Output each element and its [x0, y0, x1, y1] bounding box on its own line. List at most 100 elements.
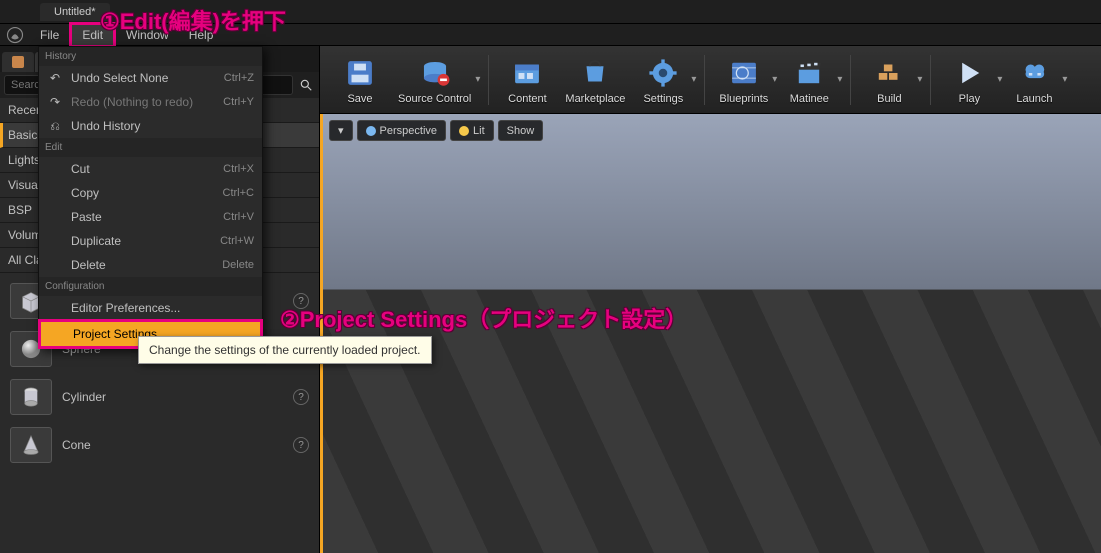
- blank-icon: [49, 326, 65, 342]
- duplicate-label: Duplicate: [71, 234, 212, 248]
- delete-item[interactable]: Delete Delete: [39, 253, 262, 277]
- paste-item[interactable]: Paste Ctrl+V: [39, 205, 262, 229]
- chevron-down-icon[interactable]: ▾: [691, 74, 696, 85]
- help-icon[interactable]: ?: [293, 437, 309, 453]
- blank-icon: [47, 209, 63, 225]
- undo-shortcut: Ctrl+Z: [224, 72, 254, 84]
- play-icon: [951, 55, 987, 91]
- annotation-2: ②Project Settings（プロジェクト設定）: [280, 302, 687, 334]
- tool-label: Save: [347, 93, 372, 105]
- cut-item[interactable]: Cut Ctrl+X: [39, 157, 262, 181]
- separator: [488, 55, 489, 105]
- perspective-icon: [366, 126, 376, 136]
- blank-icon: [47, 300, 63, 316]
- viewport-toolbar: ▾ Perspective Lit Show: [329, 120, 543, 141]
- lit-button[interactable]: Lit: [450, 120, 494, 141]
- placement-icon: [12, 56, 24, 68]
- chevron-down-icon[interactable]: ▾: [997, 74, 1002, 85]
- build-button[interactable]: Build: [859, 51, 919, 109]
- cone-icon: [10, 427, 52, 463]
- tool-label: Matinee: [790, 93, 829, 105]
- gear-icon: [645, 55, 681, 91]
- shape-label: Cone: [62, 438, 283, 452]
- cut-shortcut: Ctrl+X: [223, 163, 254, 175]
- delete-shortcut: Delete: [222, 259, 254, 271]
- list-item[interactable]: Cylinder ?: [0, 373, 319, 421]
- save-button[interactable]: Save: [330, 51, 390, 109]
- build-icon: [871, 55, 907, 91]
- redo-shortcut: Ctrl+Y: [223, 96, 254, 108]
- tool-label: Build: [877, 93, 901, 105]
- chevron-down-icon[interactable]: ▾: [917, 74, 922, 85]
- lit-icon: [459, 126, 469, 136]
- content-icon: [509, 55, 545, 91]
- undo-history-label: Undo History: [71, 119, 254, 133]
- redo-item[interactable]: ↷ Redo (Nothing to redo) Ctrl+Y: [39, 90, 262, 114]
- list-item[interactable]: Cone ?: [0, 421, 319, 469]
- separator: [850, 55, 851, 105]
- play-button[interactable]: Play: [939, 51, 999, 109]
- unreal-logo-icon: [6, 26, 26, 44]
- duplicate-shortcut: Ctrl+W: [220, 235, 254, 247]
- save-icon: [342, 55, 378, 91]
- show-button[interactable]: Show: [498, 120, 544, 141]
- copy-label: Copy: [71, 186, 215, 200]
- undo-label: Undo Select None: [71, 71, 216, 85]
- blueprints-icon: [726, 55, 762, 91]
- tab-place[interactable]: [2, 52, 34, 72]
- content-button[interactable]: Content: [497, 51, 557, 109]
- editor-prefs-label: Editor Preferences...: [71, 301, 254, 315]
- help-icon[interactable]: ?: [293, 389, 309, 405]
- separator: [704, 55, 705, 105]
- viewport-menu-button[interactable]: ▾: [329, 120, 353, 141]
- annotation-1: ①Edit(編集)を押下: [100, 4, 286, 36]
- delete-label: Delete: [71, 258, 214, 272]
- lit-label: Lit: [473, 125, 485, 137]
- paste-label: Paste: [71, 210, 215, 224]
- chevron-down-icon[interactable]: ▾: [1062, 74, 1067, 85]
- copy-item[interactable]: Copy Ctrl+C: [39, 181, 262, 205]
- editor-prefs-item[interactable]: Editor Preferences...: [39, 296, 262, 320]
- tool-label: Content: [508, 93, 547, 105]
- perspective-button[interactable]: Perspective: [357, 120, 446, 141]
- chevron-down-icon[interactable]: ▾: [837, 74, 842, 85]
- marketplace-icon: [577, 55, 613, 91]
- duplicate-item[interactable]: Duplicate Ctrl+W: [39, 229, 262, 253]
- chevron-down-icon[interactable]: ▾: [772, 74, 777, 85]
- tool-label: Blueprints: [719, 93, 768, 105]
- launch-button[interactable]: Launch: [1004, 51, 1064, 109]
- undo-item[interactable]: ↶ Undo Select None Ctrl+Z: [39, 66, 262, 90]
- main-panel: Save Source Control ▾ Content Marketplac…: [320, 46, 1101, 553]
- tool-label: Source Control: [398, 93, 471, 105]
- copy-shortcut: Ctrl+C: [223, 187, 254, 199]
- matinee-button[interactable]: Matinee: [779, 51, 839, 109]
- chevron-down-icon: ▾: [338, 124, 344, 137]
- dd-section-edit: Edit: [39, 138, 262, 157]
- blank-icon: [47, 161, 63, 177]
- search-icon[interactable]: [297, 76, 315, 94]
- tooltip: Change the settings of the currently loa…: [138, 336, 432, 364]
- launch-icon: [1016, 55, 1052, 91]
- shape-label: Cylinder: [62, 390, 283, 404]
- tool-label: Settings: [643, 93, 683, 105]
- redo-icon: ↷: [47, 94, 63, 110]
- source-control-button[interactable]: Source Control: [392, 51, 477, 109]
- paste-shortcut: Ctrl+V: [223, 211, 254, 223]
- undo-icon: ↶: [47, 70, 63, 86]
- chevron-down-icon[interactable]: ▾: [475, 74, 480, 85]
- blank-icon: [47, 233, 63, 249]
- redo-label: Redo (Nothing to redo): [71, 95, 215, 109]
- cylinder-icon: [10, 379, 52, 415]
- separator: [930, 55, 931, 105]
- history-icon: ⎌: [47, 118, 63, 134]
- menu-file[interactable]: File: [30, 25, 69, 45]
- cut-label: Cut: [71, 162, 215, 176]
- tool-label: Launch: [1016, 93, 1052, 105]
- blueprints-button[interactable]: Blueprints: [713, 51, 774, 109]
- marketplace-button[interactable]: Marketplace: [559, 51, 631, 109]
- dd-section-history: History: [39, 47, 262, 66]
- blank-icon: [47, 257, 63, 273]
- tool-label: Marketplace: [565, 93, 625, 105]
- undo-history-item[interactable]: ⎌ Undo History: [39, 114, 262, 138]
- settings-button[interactable]: Settings: [633, 51, 693, 109]
